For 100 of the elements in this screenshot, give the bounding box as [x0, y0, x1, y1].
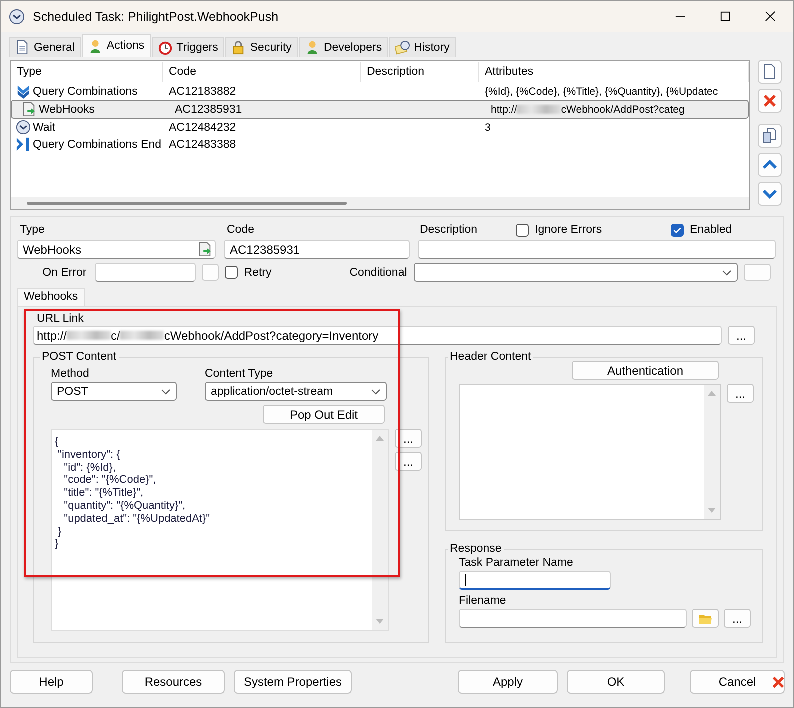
caret-icon [371, 388, 381, 394]
type-field[interactable]: WebHooks [17, 240, 216, 259]
body-editor[interactable]: { "inventory": { "id": {%Id}, "code": "{%Code}", "title": "{%Title}", "quantity": "{%Quantity}", "updated_at": "{%UpdatedAt}" } } [51, 429, 389, 631]
move-down-button[interactable] [758, 182, 782, 206]
ignore-errors-checkbox[interactable]: Ignore Errors [516, 224, 671, 236]
authentication-button[interactable]: Authentication [572, 361, 719, 380]
horizontal-scrollbar[interactable] [11, 197, 749, 209]
column-header[interactable]: Description [361, 62, 479, 82]
field-label: Conditional [350, 266, 408, 278]
end-chevron-icon [16, 137, 31, 152]
caret-icon [161, 388, 171, 394]
lock-icon [231, 40, 246, 55]
field-label: Filename [459, 595, 508, 607]
column-header[interactable]: Code [163, 62, 361, 82]
document-icon [762, 64, 778, 80]
field-label: Method [51, 368, 90, 380]
footer-button[interactable]: System Properties [234, 670, 352, 694]
field-label: Description [420, 224, 479, 236]
task-parameter-field[interactable] [459, 571, 611, 590]
field-label: Code [227, 224, 256, 236]
clock-note-icon [395, 40, 410, 55]
action-row[interactable]: Wait AC12484232 3 [11, 119, 749, 136]
table-cell: WebHooks [39, 104, 96, 116]
column-header[interactable]: Type [11, 62, 163, 82]
copy-button[interactable] [758, 124, 782, 148]
tab[interactable]: Developers [298, 37, 388, 57]
tab[interactable]: Triggers [152, 37, 224, 57]
table-cell: Query Combinations End [33, 138, 162, 150]
column-header[interactable]: Attributes [479, 62, 749, 82]
folder-icon [698, 612, 714, 624]
code-line: "quantity": "{%Quantity}", [63, 500, 187, 513]
filename-field[interactable] [459, 609, 687, 628]
on-error-field[interactable] [94, 263, 196, 282]
field-label: Type [19, 224, 46, 236]
code-line: } [57, 526, 63, 538]
code-line: { [55, 436, 60, 449]
group-title: Header Content [449, 351, 532, 363]
ellipsis-button[interactable]: ... [727, 384, 754, 403]
double-chevron-icon [16, 84, 31, 99]
clock-icon [16, 120, 31, 135]
table-cell-text: AC12483388 [168, 138, 238, 150]
table-cell-text: AC12484232 [168, 122, 238, 134]
table-cell-text: AC12183882 [168, 86, 238, 98]
table-cell: Wait [33, 122, 56, 134]
footer-button[interactable]: Help [10, 670, 93, 694]
caret-icon [722, 270, 732, 276]
url-field[interactable]: http:// c/ cWebhook/AddPost?category=Inventory [33, 326, 722, 345]
close-icon[interactable] [765, 11, 776, 22]
field-label: URL Link [37, 313, 85, 325]
ellipsis-button[interactable]: ... [395, 429, 422, 448]
delete-button[interactable] [758, 89, 782, 113]
enabled-checkbox[interactable]: Enabled [671, 224, 732, 236]
tab[interactable]: General [9, 37, 81, 57]
document-icon [15, 40, 30, 55]
tab[interactable]: Actions [82, 34, 151, 57]
footer-button[interactable]: Resources [122, 670, 225, 694]
table-cell-text: 3 [484, 122, 492, 134]
maximize-icon[interactable] [720, 11, 731, 22]
footer-button[interactable]: Cancel [690, 670, 785, 694]
description-field[interactable] [418, 240, 776, 259]
copy-icon [762, 128, 778, 144]
delete-icon [762, 93, 778, 109]
pop-out-edit-button[interactable]: Pop Out Edit [263, 405, 385, 424]
code-line: "code": "{%Code}", [63, 474, 158, 488]
table-cell-text: {%Id}, {%Code}, {%Title}, {%Quantity}, {%Updatec [484, 86, 720, 98]
webhook-icon [198, 242, 213, 257]
group-title: Response [449, 543, 503, 555]
footer-button[interactable]: OK [567, 670, 665, 694]
code-line: "id": {%Id}, [63, 462, 118, 474]
move-up-button[interactable] [758, 153, 782, 177]
alarm-clock-icon [158, 40, 173, 55]
conditional-dropdown[interactable] [414, 263, 738, 282]
browse-button[interactable] [692, 609, 719, 628]
retry-checkbox[interactable]: Retry [225, 266, 350, 279]
code-line: "updated_at": "{%UpdatedAt}" [63, 512, 212, 526]
field-label: Content Type [205, 368, 274, 380]
table-cell-text: http:// cWebhook/AddPost?categ [490, 104, 686, 116]
new-button[interactable] [758, 60, 782, 84]
action-row[interactable]: Query Combinations End AC12483388 [11, 136, 749, 153]
group-title: POST Content [41, 351, 118, 363]
cancel-icon [771, 675, 786, 690]
ellipsis-button[interactable]: ... [724, 609, 751, 628]
content-type-dropdown[interactable]: application/octet-stream [205, 382, 387, 401]
ellipsis-button[interactable]: ... [395, 452, 422, 471]
window-title: Scheduled Task: PhilightPost.WebhookPush [33, 10, 279, 24]
table-cell-text: AC12385931 [174, 104, 244, 116]
field-label: On Error [42, 266, 87, 278]
code-field[interactable]: AC12385931 [224, 240, 410, 259]
method-dropdown[interactable]: POST [51, 382, 177, 401]
action-row[interactable]: Query Combinations AC12183882 {%Id}, {%Code}, {%Title}, {%Quantity}, {%Updatec [11, 83, 749, 100]
field-label: Task Parameter Name [459, 557, 574, 569]
ellipsis-button[interactable]: ... [728, 326, 755, 345]
tab[interactable]: Webhooks [17, 288, 86, 306]
tab[interactable]: Security [225, 37, 298, 57]
footer-button[interactable]: Apply [458, 670, 558, 694]
webhook-icon [22, 102, 37, 117]
tab[interactable]: History [389, 37, 456, 57]
clock-icon [9, 8, 25, 24]
action-row[interactable]: WebHooks AC12385931 http:// cWebhook/AddPost?categ [11, 100, 749, 119]
code-line: "inventory": { [57, 448, 122, 462]
